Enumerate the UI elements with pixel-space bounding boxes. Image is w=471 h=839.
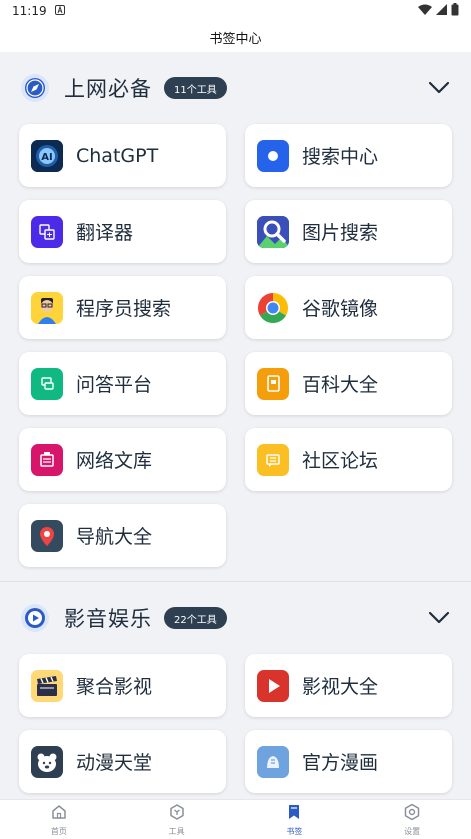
media-play-icon <box>20 603 50 633</box>
tool-card-chatgpt[interactable]: AI ChatGPT <box>19 124 226 187</box>
tool-card-image-search[interactable]: 图片搜索 <box>245 200 452 263</box>
tool-card-programmer-search[interactable]: 程序员搜索 <box>19 276 226 339</box>
programmer-avatar-icon <box>31 291 63 324</box>
tab-tools[interactable]: 工具 <box>118 800 236 839</box>
ai-chip-icon: AI <box>31 139 63 172</box>
chrome-icon <box>257 292 289 324</box>
location-pin-icon <box>31 519 63 552</box>
tool-card-encyclopedia[interactable]: 百科大全 <box>245 352 452 415</box>
section-internet-essentials: 上网必备 11个工具 AI ChatGPT 搜索中心 翻译器 图片搜索 程序员搜… <box>0 52 471 582</box>
status-bar: 11:19 <box>0 0 471 22</box>
comic-icon <box>257 745 289 778</box>
tool-label: 问答平台 <box>76 374 153 396</box>
tool-label: 导航大全 <box>76 526 153 548</box>
tool-grid: 聚合影视 影视大全 动漫天堂 官方漫画 <box>0 654 471 793</box>
tab-label: 首页 <box>50 826 67 836</box>
tool-label: ChatGPT <box>76 144 159 167</box>
svg-text:AI: AI <box>41 152 52 163</box>
play-icon <box>257 669 289 702</box>
tool-card-aggregate-video[interactable]: 聚合影视 <box>19 654 226 717</box>
notification-a-icon <box>54 4 65 18</box>
tab-label: 工具 <box>168 826 185 836</box>
tool-card-video-collection[interactable]: 影视大全 <box>245 654 452 717</box>
tool-card-search-center[interactable]: 搜索中心 <box>245 124 452 187</box>
tool-label: 搜索中心 <box>302 146 379 168</box>
battery-icon <box>451 3 459 19</box>
bottom-tab-bar: 首页 工具 书签 设置 <box>0 799 471 839</box>
status-right <box>418 3 459 19</box>
tab-settings[interactable]: 设置 <box>353 800 471 839</box>
encyclopedia-icon <box>257 367 289 400</box>
tool-card-navigation[interactable]: 导航大全 <box>19 504 226 567</box>
bookmark-content[interactable]: 上网必备 11个工具 AI ChatGPT 搜索中心 翻译器 图片搜索 程序员搜… <box>0 52 471 799</box>
tab-label: 设置 <box>404 826 421 836</box>
clapperboard-icon <box>31 669 63 702</box>
section-media-entertainment: 影音娱乐 22个工具 聚合影视 影视大全 动漫天堂 官方漫画 <box>0 582 471 793</box>
section-header[interactable]: 上网必备 11个工具 <box>0 52 471 124</box>
home-icon <box>50 803 68 825</box>
tool-label: 图片搜索 <box>302 222 379 244</box>
tab-label: 书签 <box>286 826 303 836</box>
section-title: 上网必备 <box>64 77 152 101</box>
tool-label: 谷歌镜像 <box>302 298 379 320</box>
toolbox-icon <box>168 803 186 825</box>
tool-label: 程序员搜索 <box>76 298 172 320</box>
tool-card-official-comics[interactable]: 官方漫画 <box>245 730 452 793</box>
status-left: 11:19 <box>12 4 65 18</box>
tool-label: 动漫天堂 <box>76 752 153 774</box>
tab-bookmarks[interactable]: 书签 <box>236 800 354 839</box>
tool-label: 影视大全 <box>302 676 379 698</box>
settings-icon <box>403 803 421 825</box>
wifi-icon <box>418 4 432 18</box>
status-time: 11:19 <box>12 4 47 18</box>
chevron-down-icon[interactable] <box>427 606 451 630</box>
tool-card-qa-platform[interactable]: 问答平台 <box>19 352 226 415</box>
tool-card-google-mirror[interactable]: 谷歌镜像 <box>245 276 452 339</box>
tool-label: 社区论坛 <box>302 450 379 472</box>
image-search-icon <box>257 215 289 248</box>
section-header[interactable]: 影音娱乐 22个工具 <box>0 582 471 654</box>
tool-count-badge: 22个工具 <box>164 607 227 629</box>
bear-icon <box>31 745 63 778</box>
tool-label: 翻译器 <box>76 222 134 244</box>
bookmark-icon <box>285 803 303 825</box>
tool-label: 官方漫画 <box>302 752 379 774</box>
tool-card-translator[interactable]: 翻译器 <box>19 200 226 263</box>
qa-icon <box>31 367 63 400</box>
section-title: 影音娱乐 <box>64 607 152 631</box>
tool-grid: AI ChatGPT 搜索中心 翻译器 图片搜索 程序员搜索 谷歌镜像 问答平台… <box>0 124 471 567</box>
tab-home[interactable]: 首页 <box>0 800 118 839</box>
tool-card-online-library[interactable]: 网络文库 <box>19 428 226 491</box>
compass-icon <box>20 73 50 103</box>
page-title: 书签中心 <box>209 31 262 47</box>
chevron-down-icon[interactable] <box>427 76 451 100</box>
forum-icon <box>257 443 289 476</box>
tool-card-community-forum[interactable]: 社区论坛 <box>245 428 452 491</box>
tool-count-badge: 11个工具 <box>164 77 227 99</box>
signal-icon <box>436 4 447 18</box>
search-dot-icon <box>257 139 289 172</box>
tool-label: 聚合影视 <box>76 676 153 698</box>
tool-label: 百科大全 <box>302 374 379 396</box>
tool-label: 网络文库 <box>76 450 153 472</box>
library-icon <box>31 443 63 476</box>
tool-card-anime-paradise[interactable]: 动漫天堂 <box>19 730 226 793</box>
app-header: 书签中心 <box>0 22 471 52</box>
translate-icon <box>31 215 63 248</box>
